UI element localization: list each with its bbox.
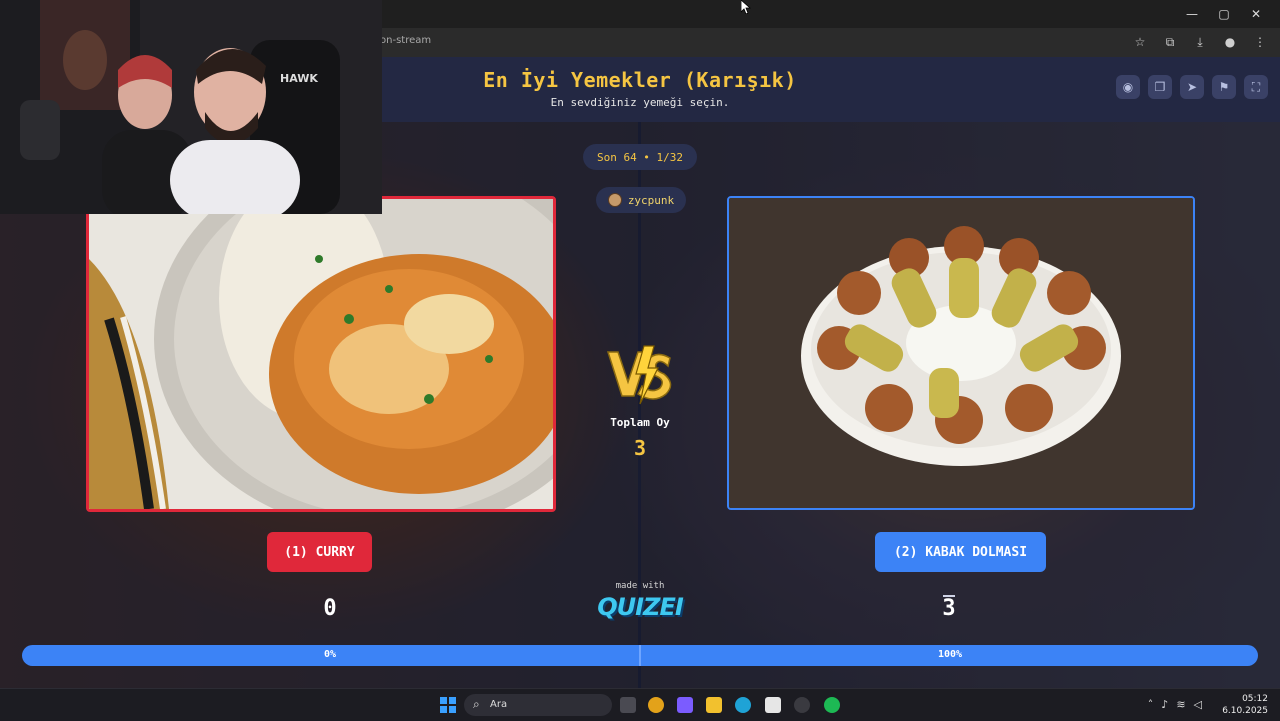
flag-icon[interactable]: ⚑ (1212, 75, 1236, 99)
username: zycpunk (627, 193, 675, 207)
choice-card-right[interactable] (727, 196, 1195, 510)
user-badge: zycpunk (596, 187, 686, 213)
curry-image (89, 199, 553, 509)
clock-time: 05:12 (1242, 694, 1268, 704)
chrome-icon[interactable] (648, 697, 664, 713)
choice-card-left[interactable] (86, 196, 556, 512)
volume-icon[interactable]: ◁ (1194, 698, 1202, 711)
taskbar-search[interactable]: ⌕ Ara (464, 694, 612, 716)
system-tray: ˄ ♪ ≋ ◁ (1148, 698, 1202, 711)
search-icon: ⌕ (473, 697, 480, 711)
score-right: 3 (942, 596, 956, 621)
chevron-up-icon[interactable]: ˄ (1148, 698, 1154, 711)
url-text[interactable]: on-stream (380, 35, 431, 46)
close-window-button[interactable]: ✕ (1240, 4, 1272, 24)
round-indicator: Son 64 • 1/32 (583, 144, 697, 170)
vote-curry-button[interactable]: (1) CURRY (267, 532, 372, 572)
download-icon[interactable]: ⤓ (1192, 34, 1208, 50)
menu-icon[interactable]: ⋮ (1252, 34, 1268, 50)
star-icon[interactable]: ☆ (1132, 34, 1148, 50)
score-left: 0 (323, 596, 337, 621)
edge-icon[interactable] (735, 697, 751, 713)
header-actions: ◉ ❐ ➤ ⚑ ⛶ (1116, 75, 1268, 99)
clock-date: 6.10.2025 (1222, 706, 1268, 716)
quizei-logo[interactable]: QUIZEI (590, 593, 690, 621)
search-placeholder: Ara (490, 699, 508, 710)
eye-icon[interactable]: ◉ (1116, 75, 1140, 99)
send-icon[interactable]: ➤ (1180, 75, 1204, 99)
microphone-icon[interactable]: ♪ (1161, 698, 1168, 711)
chair-logo: HAWK (280, 72, 318, 85)
avatar (607, 193, 622, 207)
vote-progress-bar: 0% 100% (22, 645, 1258, 666)
window-controls: — ▢ ✕ (1176, 4, 1272, 24)
total-votes-value: 3 (633, 436, 647, 460)
made-with-label: made with (615, 581, 665, 591)
versus-icon (606, 345, 672, 405)
maximize-button[interactable]: ▢ (1208, 4, 1240, 24)
clock[interactable]: 05:12 6.10.2025 (1222, 693, 1268, 717)
percent-right: 100% (937, 649, 963, 660)
copy-icon[interactable]: ❐ (1148, 75, 1172, 99)
total-votes-label: Toplam Oy (610, 416, 670, 429)
fullscreen-icon[interactable]: ⛶ (1244, 75, 1268, 99)
minimize-button[interactable]: — (1176, 4, 1208, 24)
extensions-icon[interactable]: ⧉ (1162, 34, 1178, 50)
webcam-image: HAWK (0, 0, 382, 214)
file-explorer-icon[interactable] (706, 697, 722, 713)
task-view-icon[interactable] (620, 697, 636, 713)
taskbar: ⌕ Ara ˄ ♪ ≋ ◁ 05:12 6.10.2025 (0, 688, 1280, 721)
wifi-icon[interactable]: ≋ (1176, 698, 1185, 711)
spotify-icon[interactable] (824, 697, 840, 713)
windows-start-icon[interactable] (440, 697, 456, 713)
store-icon[interactable] (765, 697, 781, 713)
kabak-dolmasi-image (729, 198, 1193, 508)
mouse-cursor-icon (741, 0, 751, 14)
copilot-icon[interactable] (677, 697, 693, 713)
profile-icon[interactable]: ● (1222, 34, 1238, 50)
progress-separator (639, 645, 641, 666)
webcam-overlay: HAWK (0, 0, 382, 214)
chatgpt-icon[interactable] (794, 697, 810, 713)
vote-kabak-dolmasi-button[interactable]: (2) KABAK DOLMASI (875, 532, 1046, 572)
percent-left: 0% (323, 649, 337, 660)
